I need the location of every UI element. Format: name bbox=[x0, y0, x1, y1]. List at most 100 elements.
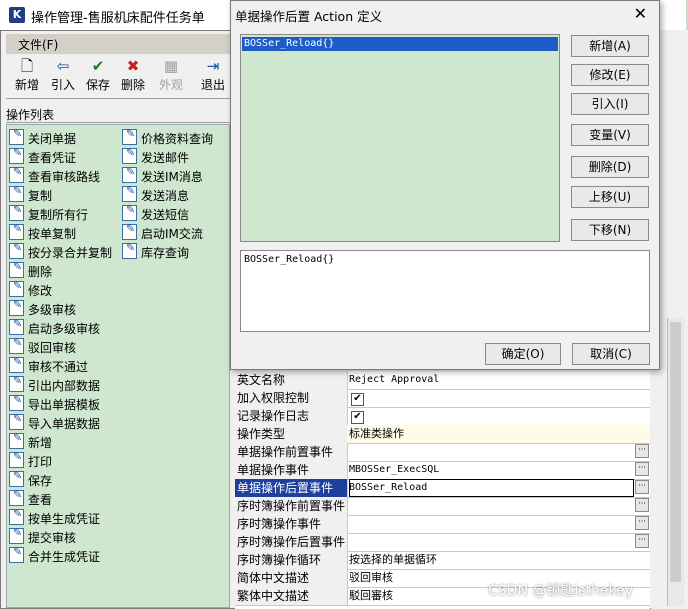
property-value[interactable]: Reject Approval bbox=[349, 371, 634, 389]
op-list-item-label: 合并生成凭证 bbox=[28, 550, 101, 564]
property-grid-scrollbar[interactable] bbox=[667, 318, 684, 606]
checkbox[interactable]: ✔ bbox=[351, 393, 364, 406]
edit-doc-icon bbox=[9, 279, 24, 297]
toolbar-delete-button[interactable]: ✖ 删除 bbox=[115, 54, 151, 98]
cancel-button[interactable]: 取消(C) bbox=[572, 343, 650, 365]
property-grid: 英文名称 Reject Approval 加入权限控制 ✔ 记录操作日志 ✔ 操作类型 标准类… bbox=[235, 371, 650, 609]
op-list-item-label: 发送邮件 bbox=[141, 151, 190, 165]
op-list-item-label: 按单复制 bbox=[28, 227, 77, 241]
property-row[interactable]: 记录操作日志 ✔ bbox=[235, 407, 650, 426]
op-list-item-label: 按单生成凭证 bbox=[28, 512, 101, 526]
property-key: 简体中文描述 bbox=[235, 569, 348, 587]
op-list-item[interactable]: 库存查询 bbox=[122, 241, 189, 262]
main-window-title: 操作管理-售服机床配件任务单 bbox=[31, 11, 205, 26]
property-value[interactable]: MBOSSer_ExecSQL bbox=[349, 461, 634, 479]
property-row[interactable]: 操作类型 标准类操作 bbox=[235, 425, 650, 444]
edit-doc-icon bbox=[9, 374, 24, 392]
edit-doc-icon bbox=[9, 507, 24, 525]
edit-doc-icon bbox=[9, 241, 24, 259]
edit-doc-icon bbox=[9, 545, 24, 563]
import-button[interactable]: 引入(I) bbox=[571, 93, 649, 115]
property-value[interactable]: ✔ bbox=[349, 407, 634, 425]
scrollbar-thumb[interactable] bbox=[670, 322, 681, 582]
edit-doc-icon bbox=[9, 336, 24, 354]
op-list-item-label: 删除 bbox=[28, 265, 53, 279]
op-list: 关闭单据查看凭证查看审核路线复制复制所有行按单复制按分录合并复制删除修改多级审核… bbox=[6, 124, 230, 608]
property-value[interactable]: 标准类操作 bbox=[347, 425, 650, 443]
op-list-item[interactable]: 按单生成凭证 bbox=[9, 507, 101, 528]
property-row[interactable]: 序时簿操作前置事件 ··· bbox=[235, 497, 650, 516]
edit-doc-icon bbox=[122, 146, 137, 164]
action-list-item[interactable]: BOSSer_Reload{} bbox=[242, 37, 558, 51]
property-key: 单据操作前置事件 bbox=[235, 443, 348, 461]
edit-doc-icon bbox=[122, 184, 137, 202]
property-value[interactable]: ✔ bbox=[349, 389, 634, 407]
edit-doc-icon bbox=[9, 222, 24, 240]
ellipsis-button[interactable]: ··· bbox=[635, 444, 649, 458]
op-list-item-label: 查看 bbox=[28, 493, 53, 507]
toolbar: 🗋 新增 ⇦ 引入 ✔ 保存 ✖ 删除 ▦ 外观 ⇥ 退出 bbox=[6, 54, 230, 99]
toolbar-appearance-button[interactable]: ▦ 外观 bbox=[153, 54, 189, 98]
close-icon[interactable]: ✕ bbox=[634, 4, 647, 23]
toolbar-save-button[interactable]: ✔ 保存 bbox=[80, 54, 116, 98]
ellipsis-button[interactable]: ··· bbox=[635, 498, 649, 512]
edit-doc-icon bbox=[9, 412, 24, 430]
op-list-item-label: 驳回审核 bbox=[28, 341, 77, 355]
property-row[interactable]: 加入权限控制 ✔ bbox=[235, 389, 650, 408]
ellipsis-button[interactable]: ··· bbox=[635, 480, 649, 494]
action-list[interactable]: BOSSer_Reload{} bbox=[240, 34, 560, 242]
property-row[interactable]: 单据操作前置事件 ··· bbox=[235, 443, 650, 462]
delete-button[interactable]: 删除(D) bbox=[571, 156, 649, 178]
op-list-item-label: 发送消息 bbox=[141, 189, 190, 203]
edit-doc-icon bbox=[122, 165, 137, 183]
toolbar-exit-button[interactable]: ⇥ 退出 bbox=[195, 54, 231, 98]
op-list-item-label: 导出单据模板 bbox=[28, 398, 101, 412]
op-list-item[interactable]: 导入单据数据 bbox=[9, 412, 100, 433]
op-list-item-label: 启动IM交流 bbox=[141, 227, 203, 241]
property-value[interactable]: 按选择的单据循环 bbox=[349, 551, 634, 569]
toolbar-import-button[interactable]: ⇦ 引入 bbox=[45, 54, 81, 98]
ok-button[interactable]: 确定(O) bbox=[485, 343, 561, 365]
property-key: 序时簿操作循环 bbox=[235, 551, 348, 569]
op-list-item[interactable]: 查看审核路线 bbox=[9, 165, 101, 186]
op-list-item[interactable]: 导出单据模板 bbox=[9, 393, 101, 414]
edit-doc-icon bbox=[122, 127, 137, 145]
property-value[interactable]: BOSSer_Reload bbox=[349, 479, 634, 497]
op-list-item[interactable]: 合并生成凭证 bbox=[9, 545, 101, 566]
property-row[interactable]: 单据操作后置事件 BOSSer_Reload ··· bbox=[235, 479, 650, 498]
menubar: 文件(F) bbox=[6, 34, 230, 54]
property-value[interactable] bbox=[349, 515, 634, 533]
action-editor[interactable]: BOSSer_Reload{} bbox=[240, 250, 650, 332]
property-row[interactable]: 序时簿操作循环 按选择的单据循环 bbox=[235, 551, 650, 570]
toolbar-new-button[interactable]: 🗋 新增 bbox=[9, 54, 45, 98]
add-button[interactable]: 新增(A) bbox=[571, 35, 649, 57]
op-list-item[interactable]: 引出内部数据 bbox=[9, 374, 101, 395]
op-list-item-label: 复制所有行 bbox=[28, 208, 89, 222]
property-value[interactable] bbox=[349, 443, 634, 461]
checkbox[interactable]: ✔ bbox=[351, 411, 364, 424]
op-list-item-label: 查看审核路线 bbox=[28, 170, 101, 184]
op-list-item[interactable]: 按分录合并复制 bbox=[9, 241, 112, 262]
move-down-button[interactable]: 下移(N) bbox=[571, 219, 649, 241]
property-row[interactable]: 序时簿操作事件 ··· bbox=[235, 515, 650, 534]
ellipsis-button[interactable]: ··· bbox=[635, 462, 649, 476]
ellipsis-button[interactable]: ··· bbox=[635, 534, 649, 548]
property-value[interactable] bbox=[349, 533, 634, 551]
op-list-item-label: 新增 bbox=[28, 436, 53, 450]
property-row[interactable]: 英文名称 Reject Approval bbox=[235, 371, 650, 390]
op-list-item[interactable]: 价格资料查询 bbox=[122, 127, 213, 148]
op-list-item[interactable]: 启动多级审核 bbox=[9, 317, 100, 338]
menu-file[interactable]: 文件(F) bbox=[18, 36, 58, 53]
move-up-button[interactable]: 上移(U) bbox=[571, 186, 649, 208]
variable-button[interactable]: 变量(V) bbox=[571, 124, 649, 146]
op-list-item-label: 查看凭证 bbox=[28, 151, 77, 165]
ellipsis-button[interactable]: ··· bbox=[635, 516, 649, 530]
property-value[interactable] bbox=[349, 497, 634, 515]
property-row[interactable]: 单据操作事件 MBOSSer_ExecSQL ··· bbox=[235, 461, 650, 480]
property-row[interactable]: 序时簿操作后置事件 ··· bbox=[235, 533, 650, 552]
dialog-title: 单据操作后置 Action 定义 bbox=[235, 9, 383, 24]
op-list-item-label: 引出内部数据 bbox=[28, 379, 101, 393]
op-list-item-label: 保存 bbox=[28, 474, 53, 488]
modify-button[interactable]: 修改(E) bbox=[571, 64, 649, 86]
edit-doc-icon bbox=[122, 241, 137, 259]
